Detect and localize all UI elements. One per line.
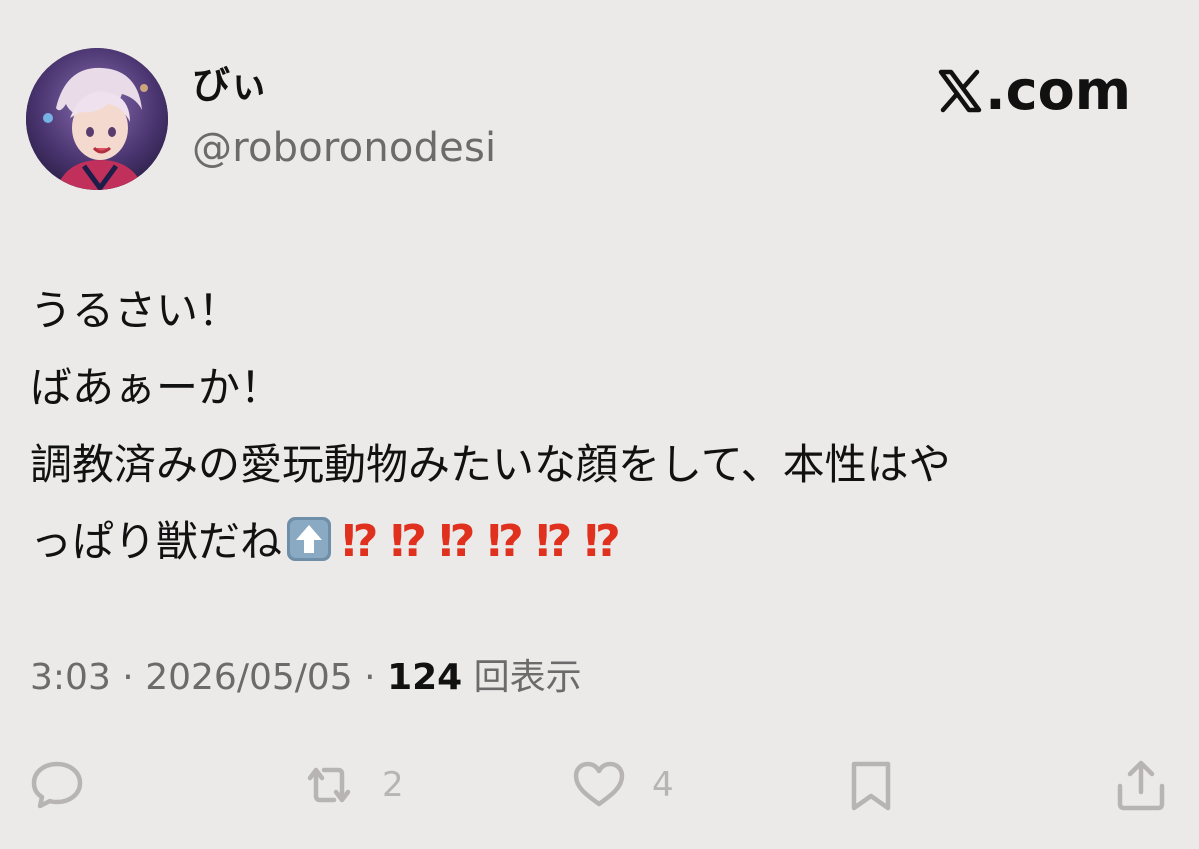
- meta-separator: ·: [364, 657, 376, 698]
- tweet-text: うるさい！ ばあぁーか！ 調教済みの愛玩動物みたいな顔をして、本性はや っぱり獣…: [30, 272, 1140, 580]
- x-logo-icon: [937, 68, 983, 114]
- tweet-card: びぃ @roboronodesi .com うるさい！ ばあぁーか！ 調教済みの…: [0, 0, 1199, 849]
- tweet-line: うるさい！: [30, 286, 241, 335]
- avatar-image: [26, 48, 168, 190]
- brand-label: .com: [985, 59, 1131, 122]
- display-name[interactable]: びぃ: [192, 66, 268, 104]
- heart-icon: [573, 761, 625, 807]
- retweet-button[interactable]: 2: [300, 756, 404, 814]
- up-arrow-emoji: [286, 509, 332, 561]
- interrobang-emoji: ⁉: [584, 516, 620, 567]
- tweet-line: っぱり獣だね: [30, 517, 283, 566]
- meta-separator: ·: [122, 657, 134, 698]
- share-button[interactable]: [1112, 756, 1170, 814]
- views-count: 124: [387, 657, 463, 698]
- interrobang-emoji: ⁉: [487, 516, 523, 567]
- tweet-time[interactable]: 3:03: [30, 657, 111, 698]
- avatar[interactable]: [26, 48, 168, 190]
- views-label: 回表示: [473, 657, 582, 698]
- interrobang-emoji: ⁉: [438, 516, 475, 567]
- tweet-meta: 3:03 · 2026/05/05 · 124 回表示: [30, 660, 582, 696]
- tweet-line-last: っぱり獣だね ⁉ ⁉ ⁉ ⁉ ⁉ ⁉: [30, 503, 1140, 580]
- tweet-line: ばあぁーか！: [30, 363, 283, 412]
- retweet-icon: [307, 767, 351, 803]
- like-count: 4: [652, 765, 674, 805]
- action-bar: 2 4: [0, 756, 1199, 826]
- tweet-date[interactable]: 2026/05/05: [145, 657, 353, 698]
- reply-button[interactable]: [28, 756, 86, 814]
- tweet-line: 調教済みの愛玩動物みたいな顔をして、本性はや: [30, 440, 951, 489]
- reply-icon: [31, 761, 83, 809]
- brand-watermark: .com: [937, 64, 1131, 118]
- retweet-count: 2: [382, 765, 404, 805]
- like-button[interactable]: 4: [570, 756, 674, 814]
- bookmark-button[interactable]: [842, 756, 900, 814]
- user-handle[interactable]: @roboronodesi: [192, 128, 496, 168]
- interrobang-emoji: ⁉: [342, 516, 378, 567]
- bookmark-icon: [851, 761, 891, 811]
- share-icon: [1117, 760, 1165, 811]
- interrobang-emoji: ⁉: [390, 516, 426, 567]
- interrobang-emoji: ⁉: [535, 516, 572, 567]
